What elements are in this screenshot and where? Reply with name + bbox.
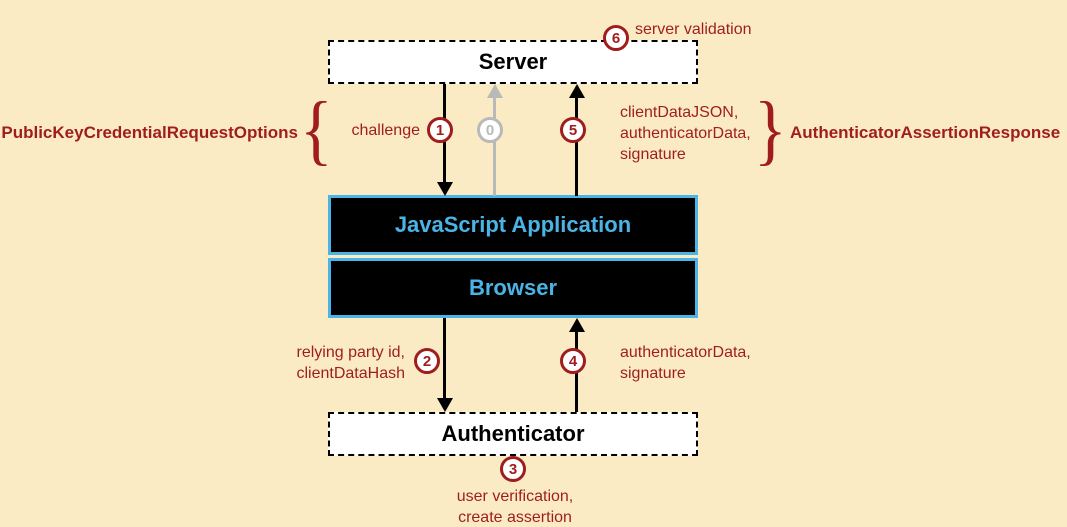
- step-1-num: 1: [436, 122, 444, 139]
- step-2-circle: 2: [414, 348, 440, 374]
- arrow-0-head: [487, 84, 503, 98]
- arrow-4-head: [569, 318, 585, 332]
- step-3-text: user verification, create assertion: [440, 487, 590, 527]
- arrow-5-head: [569, 84, 585, 98]
- step-4-text: authenticatorData, signature: [620, 343, 751, 385]
- left-bold-label: PublicKeyCredentialRequestOptions: [0, 122, 298, 144]
- step-3-circle: 3: [500, 456, 526, 482]
- right-bold-label: AuthenticatorAssertionResponse: [790, 122, 1060, 144]
- step-5-num: 5: [569, 122, 577, 139]
- authenticator-box: Authenticator: [328, 412, 698, 456]
- step-1-text: challenge: [330, 121, 420, 142]
- step-3-num: 3: [509, 461, 517, 478]
- browser-box: Browser: [328, 258, 698, 318]
- arrow-0-line: [493, 97, 496, 196]
- arrow-5-line: [575, 97, 578, 196]
- arrow-1-head: [437, 182, 453, 196]
- step-0-num: 0: [486, 122, 494, 139]
- authenticator-label: Authenticator: [442, 421, 585, 447]
- step-2-text: relying party id, clientDataHash: [275, 343, 405, 385]
- step-5-text: clientDataJSON, authenticatorData, signa…: [620, 103, 751, 165]
- diagram-stage: Server JavaScript Application Browser Au…: [0, 0, 1067, 527]
- step-5-circle: 5: [560, 117, 586, 143]
- server-box: Server: [328, 40, 698, 84]
- brace-left: {: [300, 90, 333, 168]
- brace-right: }: [754, 90, 787, 168]
- step-4-circle: 4: [560, 348, 586, 374]
- jsapp-label: JavaScript Application: [395, 212, 631, 238]
- step-6-num: 6: [612, 30, 620, 47]
- step-2-num: 2: [423, 353, 431, 370]
- jsapp-box: JavaScript Application: [328, 195, 698, 255]
- step-6-text: server validation: [635, 20, 752, 41]
- step-1-circle: 1: [427, 117, 453, 143]
- arrow-2-line: [443, 318, 446, 400]
- step-6-circle: 6: [603, 25, 629, 51]
- server-label: Server: [479, 49, 548, 75]
- browser-label: Browser: [469, 275, 557, 301]
- arrow-2-head: [437, 398, 453, 412]
- step-4-num: 4: [569, 353, 577, 370]
- step-0-circle: 0: [477, 117, 503, 143]
